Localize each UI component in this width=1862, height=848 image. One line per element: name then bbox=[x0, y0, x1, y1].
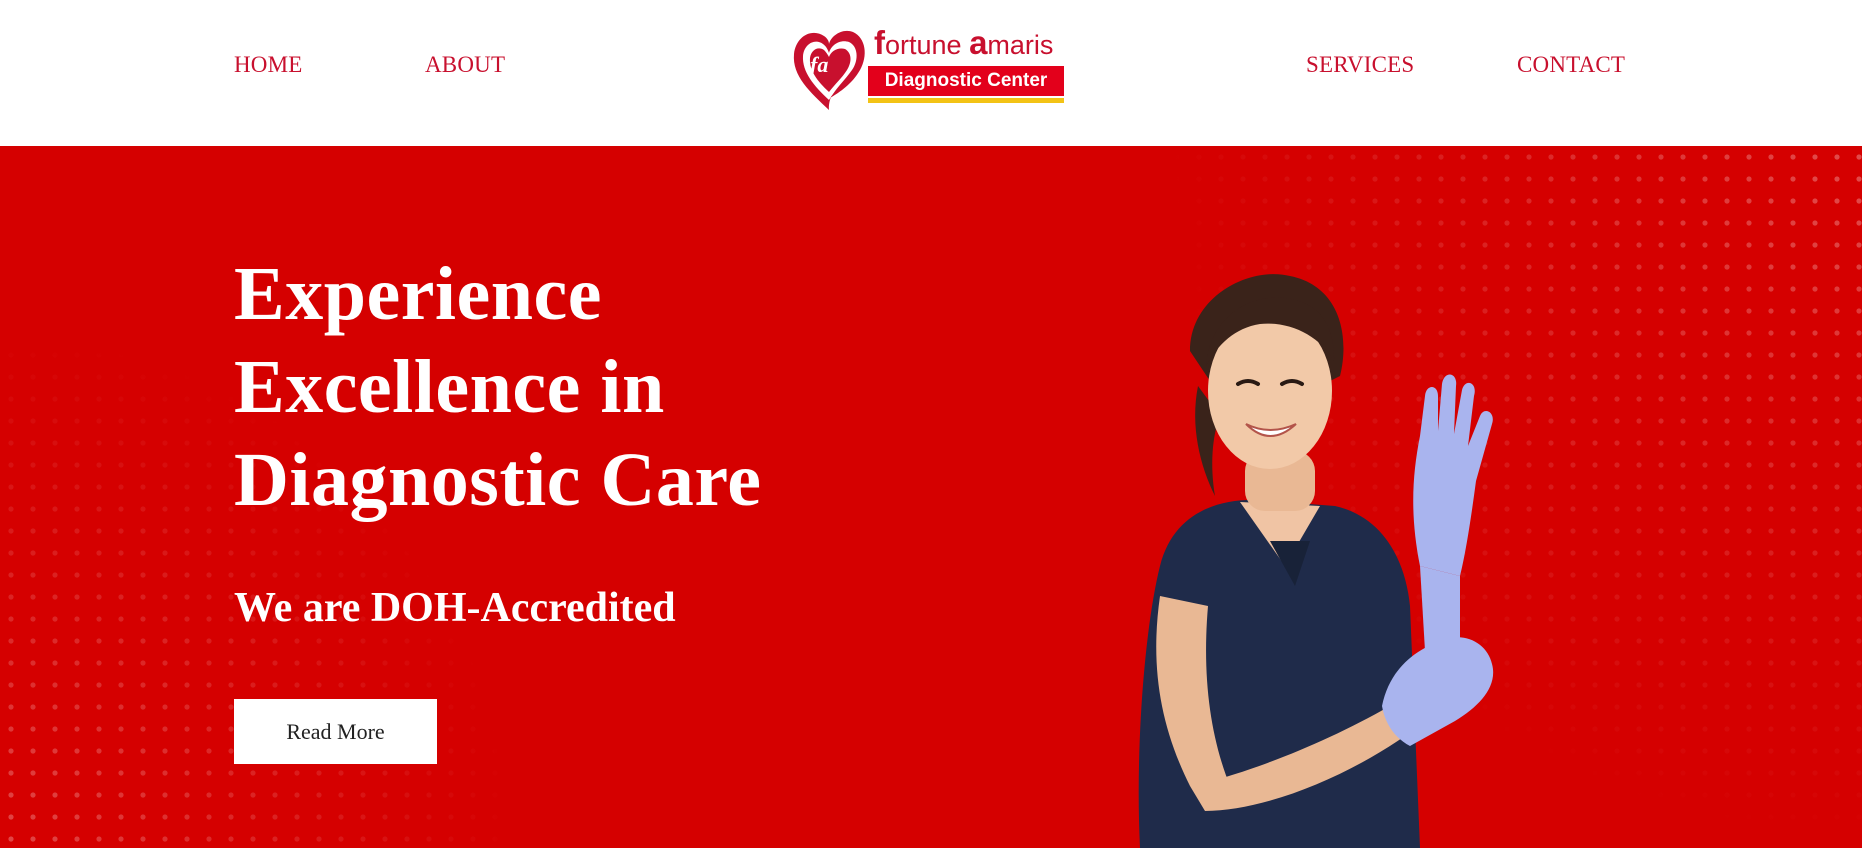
read-more-button[interactable]: Read More bbox=[234, 699, 437, 764]
hero-subtitle: We are DOH-Accredited bbox=[234, 585, 676, 631]
hero-doctor-image bbox=[1138, 274, 1494, 848]
logo-brand-name: fortune amaris bbox=[874, 24, 1054, 61]
logo-subtitle: Diagnostic Center bbox=[868, 66, 1064, 96]
logo-monogram: fa bbox=[810, 52, 828, 77]
site-header: HOME ABOUT fa fortune amaris Diagnostic … bbox=[0, 0, 1862, 146]
nav-link-contact[interactable]: CONTACT bbox=[1517, 52, 1625, 78]
heart-logo-icon: fa bbox=[793, 30, 865, 111]
nav-link-services[interactable]: SERVICES bbox=[1306, 52, 1414, 78]
site-logo[interactable]: fa fortune amaris Diagnostic Center bbox=[790, 26, 1066, 116]
nav-link-about[interactable]: ABOUT bbox=[425, 52, 505, 78]
hero-section: Experience Excellence in Diagnostic Care… bbox=[0, 146, 1862, 848]
nav-link-home[interactable]: HOME bbox=[234, 52, 303, 78]
hero-title: Experience Excellence in Diagnostic Care bbox=[234, 252, 762, 522]
logo-underline bbox=[868, 98, 1064, 103]
